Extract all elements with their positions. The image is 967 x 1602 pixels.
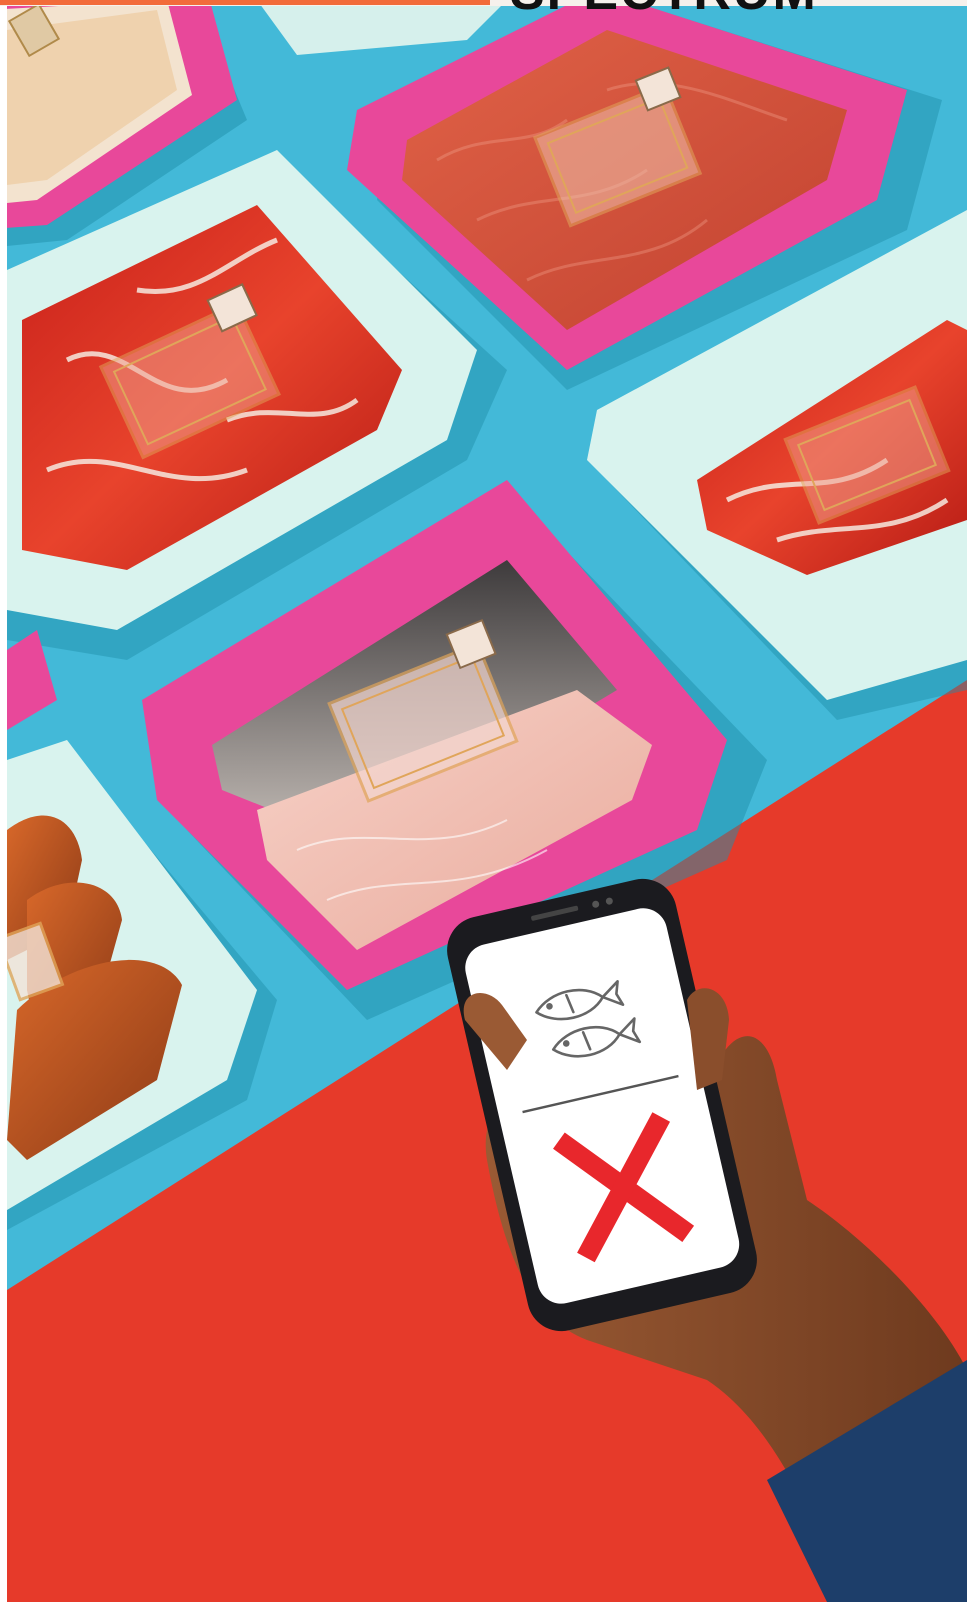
cover-illustration bbox=[7, 0, 967, 1602]
cover-page: SPECTRUM bbox=[0, 0, 967, 1602]
masthead-strip bbox=[0, 0, 490, 5]
masthead-title: SPECTRUM bbox=[510, 0, 818, 18]
